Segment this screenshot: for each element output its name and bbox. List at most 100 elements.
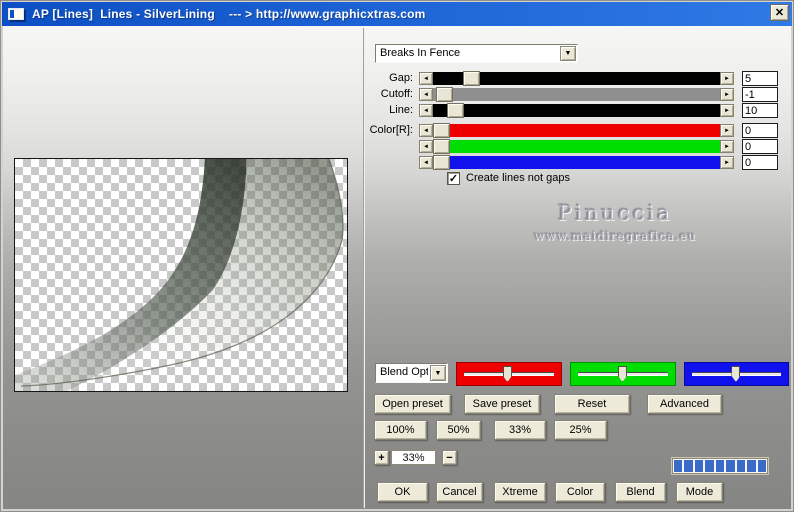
slider-right-arrow-button[interactable]: ► — [720, 104, 734, 117]
slider-label: Gap: — [389, 72, 413, 84]
blend-options-dropdown[interactable]: Blend Opti ▼ — [375, 363, 448, 383]
slider-thumb[interactable] — [463, 71, 481, 86]
progress-bar — [672, 458, 768, 474]
right-arrow-icon: ► — [724, 107, 730, 114]
slider-thumb[interactable] — [433, 139, 450, 154]
slider-row-cutoff: Cutoff: ◄ ► — [357, 87, 737, 102]
ribbon-image — [15, 159, 344, 391]
left-arrow-icon: ◄ — [423, 91, 429, 98]
advanced-button[interactable]: Advanced — [647, 394, 722, 414]
slider-right-arrow-button[interactable]: ► — [720, 140, 734, 153]
slider-row-color-red: Color[R]: ◄ ► — [357, 123, 737, 138]
blend-slider-blue[interactable] — [684, 362, 789, 386]
slider-left-arrow-button[interactable]: ◄ — [419, 104, 433, 117]
reset-button[interactable]: Reset — [554, 394, 630, 414]
blend-options-dropdown-value: Blend Opti — [380, 366, 428, 378]
window-icon — [8, 8, 24, 20]
left-arrow-icon: ◄ — [423, 107, 429, 114]
cancel-button[interactable]: Cancel — [436, 482, 483, 502]
blend-slider-green[interactable] — [570, 362, 676, 386]
blend-slider-thumb[interactable] — [502, 366, 512, 382]
slider-thumb[interactable] — [433, 155, 450, 170]
right-arrow-icon: ► — [724, 91, 730, 98]
close-button[interactable]: ✕ — [770, 4, 789, 21]
watermark: Pinuccia www.maidiregrafica.eu — [495, 201, 735, 243]
slider-left-arrow-button[interactable]: ◄ — [419, 156, 433, 169]
slider-value-input-line[interactable] — [742, 103, 778, 118]
slider-track[interactable] — [433, 155, 720, 170]
right-arrow-icon: ► — [724, 127, 730, 134]
slider-value-input-red[interactable] — [742, 123, 778, 138]
watermark-url: www.maidiregrafica.eu — [533, 229, 697, 243]
left-arrow-icon: ◄ — [423, 75, 429, 82]
blend-slider-thumb[interactable] — [731, 366, 741, 382]
slider-right-arrow-button[interactable]: ► — [720, 88, 734, 101]
slider-track[interactable] — [433, 87, 720, 102]
slider-value-input-green[interactable] — [742, 139, 778, 154]
close-icon: ✕ — [774, 7, 785, 19]
slider-track[interactable] — [433, 71, 720, 86]
xtreme-button[interactable]: Xtreme — [494, 482, 546, 502]
progress-segment — [684, 460, 693, 472]
title-bar: AP [Lines] Lines - SilverLining --- > ht… — [2, 2, 792, 26]
preset-dropdown-value: Breaks In Fence — [380, 47, 461, 59]
blend-button[interactable]: Blend — [615, 482, 666, 502]
progress-segment — [674, 460, 683, 472]
slider-row-line: Line: ◄ ► — [357, 103, 737, 118]
slider-row-color-green: ◄ ► — [357, 139, 737, 154]
slider-value-input-cutoff[interactable] — [742, 87, 778, 102]
right-arrow-icon: ► — [724, 159, 730, 166]
window-title: AP [Lines] Lines - SilverLining --- > ht… — [32, 7, 426, 21]
blend-options-dropdown-button[interactable]: ▼ — [430, 365, 446, 381]
slider-left-arrow-button[interactable]: ◄ — [419, 140, 433, 153]
left-arrow-icon: ◄ — [423, 159, 429, 166]
preset-dropdown-button[interactable]: ▼ — [560, 46, 576, 61]
slider-left-arrow-button[interactable]: ◄ — [419, 72, 433, 85]
checkmark-icon: ✓ — [448, 172, 459, 185]
slider-label: Color[R]: — [369, 124, 413, 136]
slider-thumb[interactable] — [447, 103, 465, 118]
left-arrow-icon: ◄ — [423, 143, 429, 150]
zoom-50-button[interactable]: 50% — [436, 420, 481, 440]
mode-button[interactable]: Mode — [676, 482, 723, 502]
preset-dropdown[interactable]: Breaks In Fence ▼ — [375, 44, 578, 63]
slider-track[interactable] — [433, 139, 720, 154]
left-arrow-icon: ◄ — [423, 127, 429, 134]
progress-segment — [694, 460, 704, 472]
open-preset-button[interactable]: Open preset — [374, 394, 451, 414]
create-lines-checkbox[interactable]: ✓ — [447, 172, 460, 185]
progress-segment — [726, 460, 735, 472]
blend-slider-thumb[interactable] — [617, 366, 627, 382]
slider-label: Line: — [389, 104, 413, 116]
slider-value-input-gap[interactable] — [742, 71, 778, 86]
zoom-25-button[interactable]: 25% — [554, 420, 607, 440]
blend-slider-red[interactable] — [456, 362, 562, 386]
right-arrow-icon: ► — [724, 75, 730, 82]
slider-left-arrow-button[interactable]: ◄ — [419, 88, 433, 101]
slider-value-input-blue[interactable] — [742, 155, 778, 170]
slider-left-arrow-button[interactable]: ◄ — [419, 124, 433, 137]
slider-label: Cutoff: — [380, 88, 413, 100]
right-arrow-icon: ► — [724, 143, 730, 150]
slider-row-gap: Gap: ◄ ► — [357, 71, 737, 86]
zoom-in-button[interactable]: + — [374, 450, 389, 465]
slider-right-arrow-button[interactable]: ► — [720, 72, 734, 85]
slider-thumb[interactable] — [435, 87, 453, 102]
zoom-out-button[interactable]: − — [442, 450, 457, 465]
chevron-down-icon: ▼ — [434, 369, 442, 377]
save-preset-button[interactable]: Save preset — [464, 394, 540, 414]
slider-right-arrow-button[interactable]: ► — [720, 156, 734, 169]
slider-right-arrow-button[interactable]: ► — [720, 124, 734, 137]
slider-thumb[interactable] — [433, 123, 450, 138]
ok-button[interactable]: OK — [377, 482, 428, 502]
chevron-down-icon: ▼ — [564, 50, 572, 57]
watermark-name: Pinuccia — [557, 201, 673, 225]
preview-canvas[interactable] — [14, 158, 348, 392]
progress-segment — [715, 460, 725, 472]
slider-track[interactable] — [433, 123, 720, 138]
plugin-dialog-window: AP [Lines] Lines - SilverLining --- > ht… — [0, 0, 794, 512]
slider-track[interactable] — [433, 103, 720, 118]
color-button[interactable]: Color — [555, 482, 605, 502]
zoom-100-button[interactable]: 100% — [374, 420, 427, 440]
zoom-33-button[interactable]: 33% — [494, 420, 546, 440]
